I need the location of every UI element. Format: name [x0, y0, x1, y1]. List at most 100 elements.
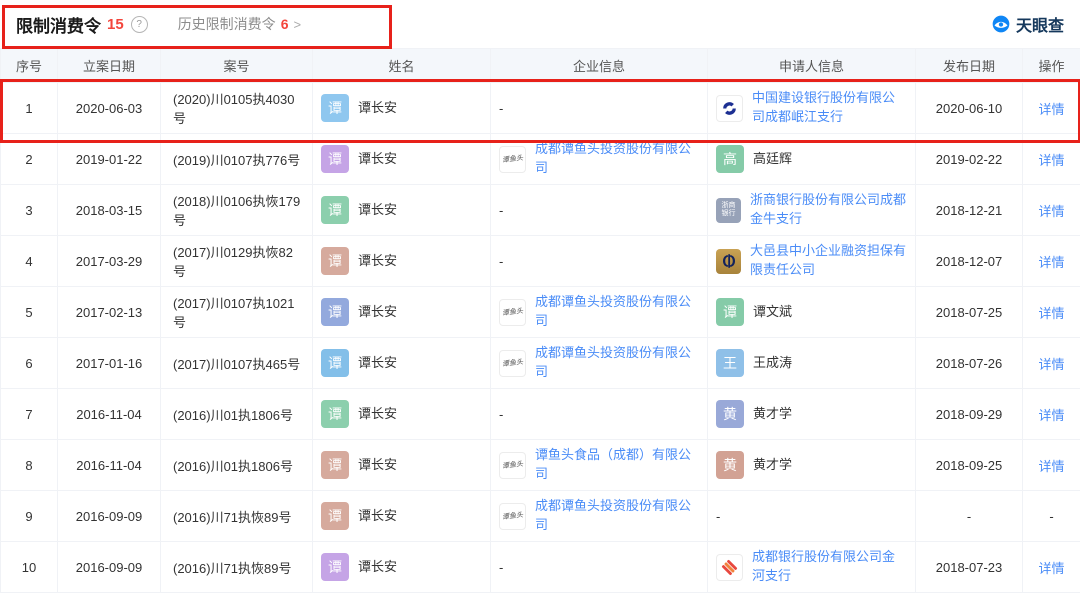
person-name: 谭长安: [358, 252, 398, 268]
detail-link[interactable]: 详情: [1038, 408, 1064, 423]
help-icon[interactable]: ?: [130, 15, 148, 33]
ccb-logo: [716, 94, 743, 122]
applicant-name: 王成涛: [753, 354, 793, 370]
tanyutou-logo: 谭鱼头: [499, 298, 526, 326]
case-number: (2019)川0107执776号: [160, 133, 313, 185]
company-cell: 谭鱼头 谭鱼头食品（成都）有限公司: [490, 439, 708, 491]
table-row-6: 6 2017-01-16 (2017)川0107执465号谭谭长安 谭鱼头 成都谭鱼头投…: [0, 337, 1080, 389]
detail-link[interactable]: 详情: [1038, 204, 1064, 219]
table-row-9: 9 2016-09-09 (2016)川71执恢89号谭谭长安 谭鱼头 成都谭鱼头投资股…: [0, 490, 1080, 542]
company-link[interactable]: 成都谭鱼头投资股份有限公司: [535, 293, 695, 331]
detail-link[interactable]: 详情: [1038, 153, 1064, 168]
filing-date: 2017-01-16: [57, 337, 161, 389]
detail-link[interactable]: 详情: [1038, 561, 1064, 576]
detail-link[interactable]: 详情: [1038, 357, 1064, 372]
applicant-link[interactable]: 浙商银行股份有限公司成都金牛支行: [750, 191, 907, 229]
applicant-name: 高廷辉: [753, 150, 793, 166]
applicant-name: 黄才学: [753, 405, 793, 421]
applicant-avatar: 王: [716, 349, 744, 377]
applicant-cell: 高高廷辉: [707, 133, 916, 185]
person-name: 谭长安: [358, 201, 398, 217]
person-avatar: 谭: [321, 553, 349, 581]
publish-date: 2018-07-26: [915, 337, 1023, 389]
row-index: 8: [0, 439, 58, 491]
applicant-name: 黄才学: [753, 456, 793, 472]
case-number: (2017)川0129执恢82号: [160, 235, 313, 287]
table-row-4: 4 2017-03-29 (2017)川0129执恢82号谭谭长安 - 大邑县中小企业融…: [0, 235, 1080, 287]
company-cell: 谭鱼头 成都谭鱼头投资股份有限公司: [490, 490, 708, 542]
person-name-cell: 谭谭长安: [312, 133, 491, 185]
person-name: 谭长安: [358, 558, 398, 574]
column-header-1: 立案日期: [57, 48, 161, 83]
column-header-0: 序号: [0, 48, 58, 83]
publish-date: 2018-09-25: [915, 439, 1023, 491]
applicant-cell: 成都银行股份有限公司金河支行: [707, 541, 916, 593]
applicant-cell: 大邑县中小企业融资担保有限责任公司: [707, 235, 916, 287]
person-entity: 谭谭长安: [321, 94, 482, 122]
company-entity: 谭鱼头 谭鱼头食品（成都）有限公司: [499, 446, 699, 484]
column-header-6: 发布日期: [915, 48, 1023, 83]
row-index: 9: [0, 490, 58, 542]
brand-name: 天眼查: [1015, 18, 1064, 35]
company-link[interactable]: 成都谭鱼头投资股份有限公司: [535, 344, 695, 382]
column-header-3: 姓名: [312, 48, 491, 83]
row-index: 7: [0, 388, 58, 440]
company-link[interactable]: 成都谭鱼头投资股份有限公司: [535, 140, 695, 178]
applicant-entity: 黄黄才学: [716, 400, 907, 428]
detail-link[interactable]: 详情: [1038, 306, 1064, 321]
page-title: 限制消费令: [16, 16, 101, 36]
filing-date: 2017-03-29: [57, 235, 161, 287]
filing-date: 2018-03-15: [57, 184, 161, 236]
detail-link[interactable]: 详情: [1038, 255, 1064, 270]
tanyutou-logo: 谭鱼头: [499, 349, 526, 377]
person-entity: 谭谭长安: [321, 400, 482, 428]
action-cell: -: [1022, 490, 1080, 542]
filing-date: 2017-02-13: [57, 286, 161, 338]
case-number: (2017)川0107执1021号: [160, 286, 313, 338]
person-entity: 谭谭长安: [321, 451, 482, 479]
detail-link[interactable]: 详情: [1038, 459, 1064, 474]
chevron-right-icon: >: [293, 16, 302, 32]
table-row-7: 7 2016-11-04 (2016)川01执1806号谭谭长安 - 黄黄才学 2018-…: [0, 388, 1080, 440]
filing-date: 2016-09-09: [57, 490, 161, 542]
person-avatar: 谭: [321, 145, 349, 173]
person-name-cell: 谭谭长安: [312, 184, 491, 236]
applicant-cell: 黄黄才学: [707, 388, 916, 440]
applicant-entity: 浙商 银行 浙商银行股份有限公司成都金牛支行: [716, 191, 907, 229]
case-number: (2020)川0105执4030号: [160, 82, 313, 134]
person-entity: 谭谭长安: [321, 502, 482, 530]
table-header-row: 序号 立案日期 案号 姓名 企业信息 申请人信息 发布日期 操作: [0, 48, 1080, 83]
table-row-5: 5 2017-02-13 (2017)川0107执1021号谭谭长安 谭鱼头 成都谭鱼头…: [0, 286, 1080, 338]
detail-link[interactable]: 详情: [1038, 102, 1064, 117]
table-row-1: 1 2020-06-03 (2020)川0105执4030号谭谭长安 - 中国建设银行股…: [0, 82, 1080, 134]
filing-date: 2016-11-04: [57, 388, 161, 440]
company-cell: 谭鱼头 成都谭鱼头投资股份有限公司: [490, 286, 708, 338]
page-header: 限制消费令 15 ? 历史限制消费令 6 > 天眼查: [0, 0, 1080, 48]
person-avatar: 谭: [321, 247, 349, 275]
applicant-entity: 谭谭文斌: [716, 298, 907, 326]
applicant-link[interactable]: 大邑县中小企业融资担保有限责任公司: [750, 242, 907, 280]
action-cell: 详情: [1022, 286, 1080, 338]
applicant-link[interactable]: 成都银行股份有限公司金河支行: [752, 548, 907, 586]
zheshang-logo: 浙商 银行: [716, 197, 741, 223]
row-index: 10: [0, 541, 58, 593]
publish-date: 2018-09-29: [915, 388, 1023, 440]
company-link[interactable]: 谭鱼头食品（成都）有限公司: [535, 446, 695, 484]
history-restriction-link[interactable]: 历史限制消费令 6 >: [178, 14, 301, 34]
publish-date: 2018-07-25: [915, 286, 1023, 338]
company-cell: -: [490, 541, 708, 593]
publish-date: 2018-12-21: [915, 184, 1023, 236]
person-entity: 谭谭长安: [321, 145, 482, 173]
applicant-cell: -: [707, 490, 916, 542]
filing-date: 2016-09-09: [57, 541, 161, 593]
column-header-7: 操作: [1022, 48, 1080, 83]
case-number: (2016)川01执1806号: [160, 388, 313, 440]
applicant-entity: 成都银行股份有限公司金河支行: [716, 548, 907, 586]
history-count: 6: [280, 16, 289, 32]
case-number: (2016)川71执恢89号: [160, 541, 313, 593]
company-link[interactable]: 成都谭鱼头投资股份有限公司: [535, 497, 695, 535]
applicant-name: 谭文斌: [753, 303, 793, 319]
applicant-link[interactable]: 中国建设银行股份有限公司成都岷江支行: [752, 89, 907, 127]
applicant-cell: 黄黄才学: [707, 439, 916, 491]
filing-date: 2016-11-04: [57, 439, 161, 491]
